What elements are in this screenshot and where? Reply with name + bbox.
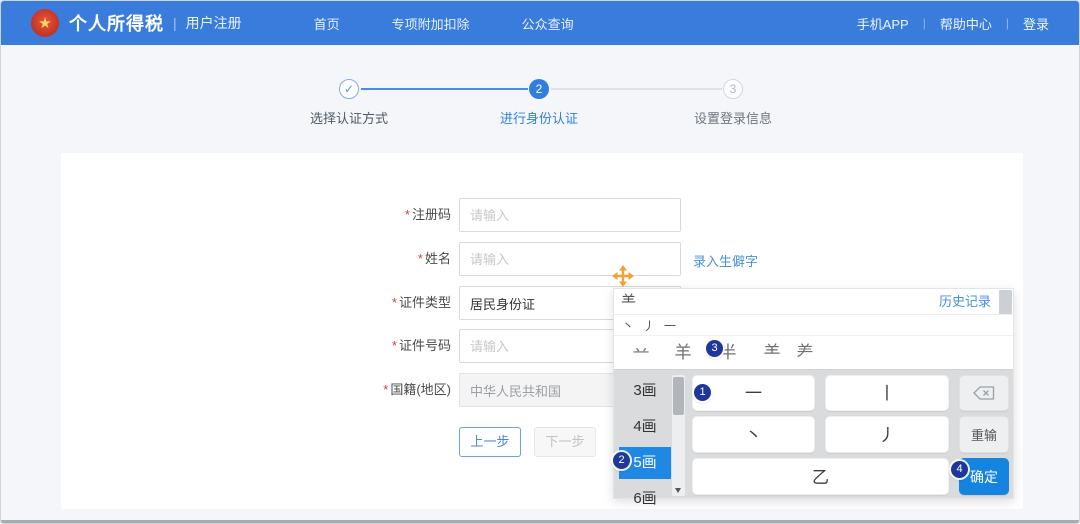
next-step-button[interactable]: 下一步 [534, 427, 596, 457]
separator: | [923, 16, 926, 30]
step-check-icon: ✓ [339, 79, 359, 99]
backspace-key[interactable] [959, 375, 1009, 411]
nav-special-deduction[interactable]: 专项附加扣除 [392, 14, 470, 33]
annotation-badge-4: 4 [951, 461, 968, 478]
ime-composed-character: ⺷ [621, 289, 636, 315]
title-divider: | [173, 15, 177, 31]
link-help-center[interactable]: 帮助中心 [940, 14, 992, 33]
stroke-key-zhe[interactable]: 乙 [692, 458, 949, 495]
ime-preview-scrollbar[interactable] [999, 290, 1012, 314]
window-bottom-edge [1, 520, 1079, 523]
step-number: 2 [529, 79, 549, 99]
name-input[interactable] [459, 242, 681, 276]
stroke-key-shu[interactable]: 丨 [825, 375, 949, 411]
step-choose-auth-method: ✓ 选择认证方式 [274, 79, 424, 127]
ime-candidate[interactable]: 䒑 [628, 337, 654, 369]
stroke-input-keyboard-panel: ⺷ 历史记录 丶丿一 䒑 羊 半 ⺷ ⺶ 3画 4画 5画 6画 一 丨 [613, 288, 1014, 499]
annotation-badge-1: 1 [694, 384, 711, 401]
stroke-count-6[interactable]: 6画 [619, 483, 671, 515]
label-nationality: *国籍(地区) [321, 373, 451, 407]
step-label: 进行身份认证 [464, 108, 614, 127]
annotation-badge-2: 2 [613, 452, 630, 469]
annotation-badge-3: 3 [706, 340, 723, 357]
app-title: 个人所得税 [69, 10, 164, 36]
link-login[interactable]: 登录 [1023, 14, 1049, 33]
ime-confirm-button[interactable]: 确定 [959, 458, 1009, 495]
step-number: 3 [723, 79, 743, 99]
link-mobile-app[interactable]: 手机APP [857, 14, 909, 33]
step-label: 设置登录信息 [658, 108, 808, 127]
header-actions: 手机APP | 帮助中心 | 登录 [857, 14, 1049, 33]
stroke-count-4[interactable]: 4画 [619, 411, 671, 443]
stroke-key-pie[interactable]: 丿 [825, 416, 949, 453]
ime-candidate[interactable]: ⺶ [792, 337, 818, 369]
registration-code-input[interactable] [459, 198, 681, 232]
tax-registration-page: ★ 个人所得税 | 用户注册 首页 专项附加扣除 公众查询 手机APP | 帮助… [0, 0, 1080, 524]
nav-public-inquiry[interactable]: 公众查询 [522, 14, 574, 33]
backspace-icon [973, 386, 995, 400]
main-nav: 首页 专项附加扣除 公众查询 [314, 14, 574, 33]
step-set-login-info: 3 设置登录信息 [658, 79, 808, 127]
separator: | [1006, 16, 1009, 30]
ime-keyboard-area: 3画 4画 5画 6画 一 丨 丶 丿 重输 乙 确定 [614, 369, 1013, 498]
label-id-number: *证件号码 [321, 329, 451, 363]
stroke-key-dian[interactable]: 丶 [692, 416, 815, 453]
ime-entered-strokes: 丶丿一 [614, 316, 1013, 336]
ime-candidate[interactable]: ⺷ [759, 337, 785, 369]
national-emblem-icon: ★ [31, 9, 59, 37]
ime-candidate[interactable]: 羊 [670, 337, 696, 369]
label-registration-code: *注册码 [321, 198, 451, 232]
retype-key[interactable]: 重输 [959, 416, 1009, 453]
rare-character-entry-link[interactable]: 录入生僻字 [693, 251, 758, 270]
label-id-type: *证件类型 [321, 286, 451, 320]
ime-history-link[interactable]: 历史记录 [939, 289, 991, 315]
ime-candidate-row: 䒑 羊 半 ⺷ ⺶ [614, 337, 1013, 369]
nav-home[interactable]: 首页 [314, 14, 340, 33]
label-name: *姓名 [321, 242, 451, 276]
scroll-down-arrow-icon[interactable] [675, 488, 681, 493]
previous-step-button[interactable]: 上一步 [459, 427, 521, 457]
scrollbar-thumb[interactable] [673, 377, 684, 415]
stroke-count-3[interactable]: 3画 [619, 375, 671, 407]
page-subtitle: 用户注册 [186, 13, 242, 33]
step-label: 选择认证方式 [274, 108, 424, 127]
app-header: ★ 个人所得税 | 用户注册 首页 专项附加扣除 公众查询 手机APP | 帮助… [1, 1, 1079, 45]
stroke-count-scrollbar[interactable] [672, 375, 685, 496]
step-identity-verification: 2 进行身份认证 [464, 79, 614, 127]
ime-preview-row: ⺷ 历史记录 [614, 289, 1013, 315]
move-icon [612, 265, 634, 287]
emblem-star-icon: ★ [38, 16, 51, 31]
ime-drag-handle[interactable] [612, 265, 634, 287]
